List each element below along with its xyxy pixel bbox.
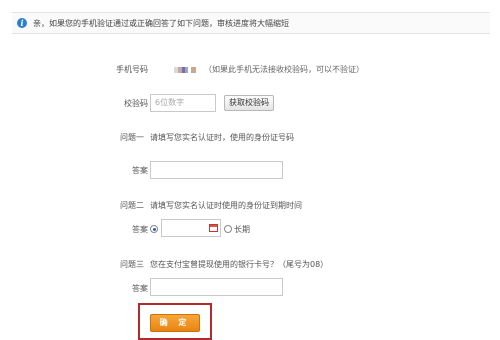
question-3-text: 您在支付宝曾提现使用的银行卡号？（尾号为08） [150, 260, 329, 269]
question-2-number: 问题二 [120, 201, 144, 210]
notice-bar: i 亲，如果您的手机验证通过或正确回答了如下问题，审核进度将大幅缩短 [12, 12, 490, 34]
verification-panel: i 亲，如果您的手机验证通过或正确回答了如下问题，审核进度将大幅缩短 手机号码 … [0, 0, 500, 340]
longterm-radio[interactable] [224, 225, 232, 233]
question-1-answer-label: 答案 [132, 166, 148, 175]
calendar-icon[interactable] [209, 224, 218, 232]
question-3-number: 问题三 [120, 260, 144, 269]
question-1-number: 问题一 [120, 133, 144, 142]
date-radio[interactable] [150, 225, 158, 233]
question-2-answer-label: 答案 [132, 225, 148, 234]
question-1-answer-input[interactable] [150, 161, 283, 179]
phone-label: 手机号码 [116, 65, 148, 74]
question-1-text: 请填写您实名认证时，使用的身份证号码 [150, 133, 294, 142]
info-icon: i [17, 18, 27, 28]
question-3-answer-label: 答案 [132, 284, 148, 293]
phone-hint: （如果此手机无法接收校验码，可以不验证） [204, 65, 364, 74]
question-3-answer-input[interactable] [150, 278, 283, 296]
verify-code-input[interactable]: 6位数字 [150, 94, 216, 112]
masked-phone-number [174, 66, 196, 73]
confirm-button[interactable]: 确 定 [150, 314, 200, 332]
verify-code-label: 校验码 [124, 99, 148, 108]
masked-digit-block [185, 66, 188, 73]
masked-digit-block [191, 66, 196, 73]
notice-text: 亲，如果您的手机验证通过或正确回答了如下问题，审核进度将大幅缩短 [33, 18, 289, 28]
get-code-button[interactable]: 获取校验码 [224, 95, 274, 111]
question-2-text: 请填写您实名认证时使用的身份证到期时间 [150, 201, 302, 210]
longterm-label: 长期 [234, 225, 250, 234]
